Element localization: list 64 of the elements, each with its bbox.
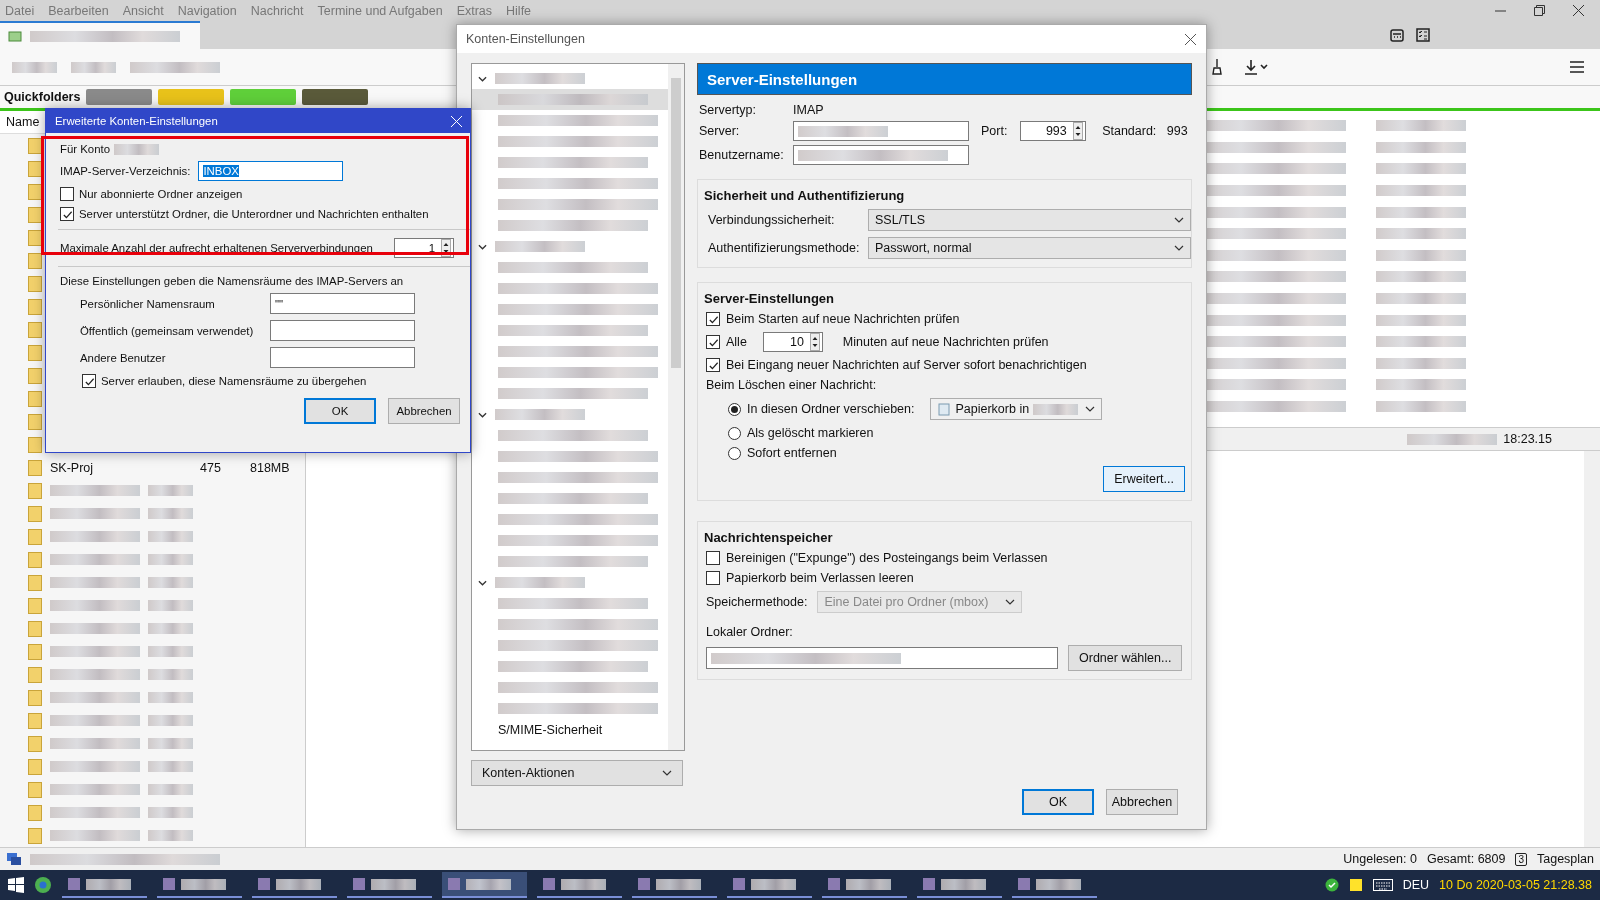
section-text: Diese Einstellungen geben die Namensräume des IMAP-Servers an	[59, 275, 405, 287]
checkbox-label[interactable]: Bei Eingang neuer Nachrichten auf Server sofort benachrichtigen	[726, 358, 1087, 372]
field-label: Persönlicher Namensraum	[80, 297, 216, 310]
input-language[interactable]: DEU	[1402, 878, 1430, 892]
field-label: Benutzername:	[699, 148, 785, 162]
field-label: Maximale Anzahl der aufrecht erhaltenen Serververbindungen	[60, 242, 373, 254]
radio-label[interactable]: Sofort entfernen	[747, 446, 837, 460]
imap-directory-field[interactable]: INBOX	[198, 161, 344, 181]
dialog-button[interactable]: OK	[304, 398, 376, 424]
dropdown[interactable]: Passwort, normal	[868, 237, 1191, 259]
tree-item[interactable]: S/MIME-Sicherheit	[498, 722, 603, 737]
radio-label[interactable]: In diesen Ordner verschieben:	[747, 402, 915, 416]
choose-folder-button[interactable]: Ordner wählen...	[1068, 645, 1183, 671]
dialog-button[interactable]: Abbrechen	[1106, 789, 1178, 815]
radio-label[interactable]: Als gelöscht markieren	[747, 426, 874, 440]
window-title: Erweiterte Konten-Einstellungen	[55, 115, 218, 127]
checkbox-label[interactable]: Papierkorb beim Verlassen leeren	[726, 571, 914, 585]
port-field[interactable]: 993	[1019, 121, 1086, 141]
agenda-button[interactable]: Tagesplan	[1537, 852, 1594, 866]
field-label: Port:	[980, 124, 1009, 138]
checkbox-label[interactable]: Nur abonnierte Ordner anzeigen	[79, 188, 243, 200]
field-label: Servertyp:	[699, 103, 757, 117]
section-title: Server-Einstellungen	[704, 291, 836, 306]
column-header[interactable]: Name	[6, 115, 40, 129]
checkbox-label[interactable]: Server unterstützt Ordner, die Unterordner und Nachrichten enthalten	[79, 208, 429, 220]
server-type-value: IMAP	[793, 103, 825, 117]
field-label: Speichermethode:	[706, 595, 808, 609]
account-actions-button[interactable]: Konten-Aktionen	[471, 760, 683, 786]
folder-size: 818MB	[250, 460, 290, 475]
folder-dropdown[interactable]: Papierkorb in	[930, 398, 1103, 420]
interval-field[interactable]: 10	[762, 332, 823, 352]
total-count: Gesamt: 6809	[1426, 852, 1506, 866]
checkbox-label[interactable]: Server erlauben, diese Namensräume zu übergehen	[101, 375, 367, 387]
folder-name[interactable]: SK-Proj	[42, 460, 200, 475]
field-label: Für Konto	[60, 143, 111, 155]
calendar-day-badge: 3	[1515, 852, 1527, 866]
unread-count: Ungelesen: 0	[1343, 852, 1417, 866]
field-label: IMAP-Server-Verzeichnis:	[60, 165, 191, 177]
field-label: Authentifizierungsmethode:	[708, 241, 861, 255]
dialog-button[interactable]: Abbrechen	[388, 398, 460, 424]
namespace-field[interactable]: ""	[270, 293, 415, 314]
window-title: Konten-Einstellungen	[466, 32, 585, 46]
field-label: Server:	[699, 124, 741, 138]
advanced-button[interactable]: Erweitert...	[1103, 466, 1185, 492]
dropdown[interactable]: SSL/TLS	[868, 209, 1191, 231]
field-label: Beim Löschen einer Nachricht:	[705, 378, 878, 392]
field-label: Lokaler Ordner:	[705, 625, 794, 639]
field-label: Verbindungssicherheit:	[708, 213, 836, 227]
field-label: Andere Benutzer	[80, 351, 167, 364]
checkbox-label[interactable]: Beim Starten auf neue Nachrichten prüfen	[726, 312, 960, 326]
section-title: Nachrichtenspeicher	[704, 530, 834, 545]
checkbox-label[interactable]: Alle	[726, 335, 747, 349]
quickfolders-label: Quickfolders	[4, 90, 81, 104]
field-label: Öffentlich (gemeinsam verwendet)	[80, 324, 255, 337]
panel-header: Server-Einstellungen	[697, 63, 1192, 95]
default-port-label: Standard: 993	[1101, 124, 1189, 138]
message-time: 18:23.15	[1503, 432, 1552, 446]
clock[interactable]: 10 Do 2020-03-05 21:28.38	[1439, 878, 1592, 892]
dialog-button[interactable]: OK	[1022, 789, 1094, 815]
interval-suffix: Minuten auf neue Nachrichten prüfen	[842, 335, 1049, 349]
checkbox-label[interactable]: Bereinigen ("Expunge") des Posteingangs beim Verlassen	[726, 551, 1048, 565]
folder-name: Papierkorb in	[955, 402, 1030, 416]
section-title: Sicherheit und Authentifizierung	[704, 188, 906, 203]
message-count: 475	[200, 460, 222, 475]
